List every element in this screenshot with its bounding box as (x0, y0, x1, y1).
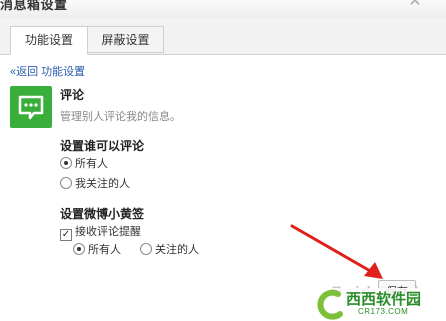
radio-label: 所有人 (75, 158, 108, 170)
checkbox-checked-icon[interactable]: ✓ (60, 229, 72, 241)
radio-people-i-follow[interactable]: 我关注的人 (60, 176, 130, 192)
tab-block-settings[interactable]: 屏蔽设置 (88, 26, 164, 53)
weibo-tips-title: 设置微博小黄签 (60, 207, 145, 221)
window-title: 消息箱设置 (0, 0, 68, 12)
radio-everyone[interactable]: 所有人 (60, 156, 108, 172)
tab-bar: 功能设置 屏蔽设置 (0, 18, 446, 55)
checkbox-label: 接收评论提醒 (75, 226, 141, 238)
back-to-feature-settings-link[interactable]: «返回 功能设置 (10, 63, 85, 79)
tab-feature-settings[interactable]: 功能设置 (10, 26, 88, 55)
radio-label: 我关注的人 (75, 178, 130, 190)
radio-button-selected[interactable] (60, 157, 72, 169)
site-logo-domain: CR173.COM (358, 307, 409, 316)
comment-bubble-icon (10, 86, 52, 128)
radio-label: 所有人 (88, 244, 121, 256)
site-logo-name: 西西软件园 (346, 291, 422, 308)
site-logo: 西西软件园 CR173.COM (312, 288, 446, 321)
radio-label: 关注的人 (155, 244, 199, 256)
feature-description: 管理别人评论我的信息。 (60, 111, 181, 123)
feature-title: 评论 (60, 88, 85, 102)
radio-button[interactable] (140, 243, 152, 255)
radio-tips-followed[interactable]: 关注的人 (140, 242, 199, 258)
radio-tips-everyone[interactable]: 所有人 (73, 242, 121, 258)
receive-comment-reminder-checkbox[interactable]: ✓ 接收评论提醒 (60, 224, 141, 241)
who-can-comment-title: 设置谁可以评论 (60, 139, 145, 153)
radio-button-selected[interactable] (73, 243, 85, 255)
title-bar: 消息箱设置 ✕ (0, 0, 446, 18)
close-icon[interactable]: ✕ (405, 0, 425, 12)
radio-button[interactable] (60, 177, 72, 189)
